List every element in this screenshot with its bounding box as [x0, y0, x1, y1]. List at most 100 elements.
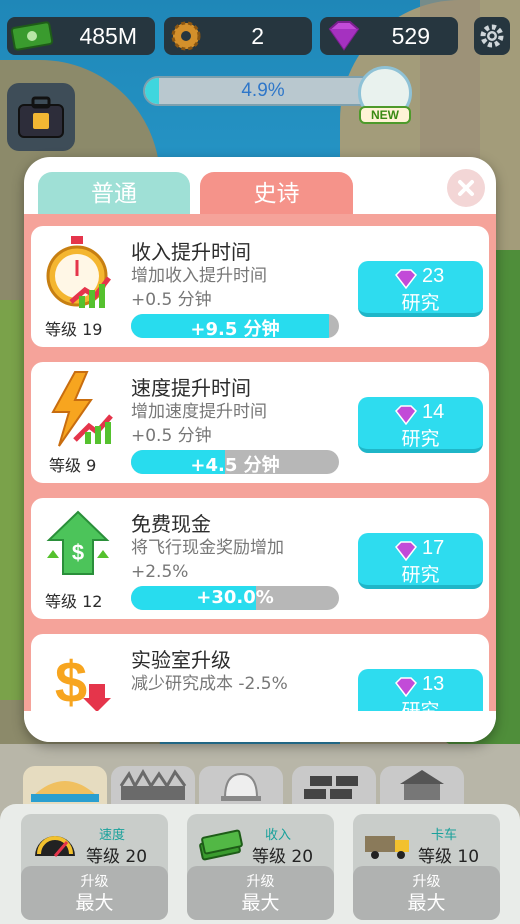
upgrade-level: 等级 20 [86, 847, 148, 867]
category-tab-beach[interactable] [23, 766, 107, 806]
card-description-line1: 将飞行现金奖励增加 [131, 538, 284, 558]
card-description-line1: 增加速度提升时间 [131, 402, 267, 422]
tab-normal[interactable]: 普通 [38, 172, 190, 217]
card-progress-text: +30.0% [196, 587, 274, 608]
research-label: 研究 [401, 700, 440, 711]
cash-value: 485M [79, 22, 137, 49]
card-progress-text: +4.5 分钟 [190, 455, 280, 474]
card-description: 增加速度提升时间 +0.5 分钟 [131, 400, 267, 448]
gem-icon [328, 21, 360, 51]
briefcase-button[interactable] [7, 83, 75, 151]
upgrade-panel: 速度 等级 20 升级 最大 收入 等级 20 升级 最大 卡车 等级 10 升… [0, 804, 520, 924]
island-progress-bar: 4.9% [143, 76, 383, 106]
category-tab-house[interactable] [380, 766, 464, 806]
card-title: 实验室升级 [131, 648, 231, 672]
research-label: 研究 [401, 428, 440, 450]
settings-button[interactable] [474, 17, 510, 55]
card-level: 等级 9 [49, 456, 97, 475]
svg-text:$: $ [72, 540, 84, 565]
upgrade-name: 速度 [99, 828, 126, 843]
upgrade-button-value: 最大 [407, 892, 446, 914]
card-description: 减少研究成本 -2.5% [131, 672, 288, 696]
gear-icon [171, 21, 201, 51]
upgrade-level: 等级 10 [418, 847, 480, 867]
research-cost: 13 [422, 673, 445, 695]
research-cost: 14 [422, 401, 445, 423]
beach-icon [31, 781, 99, 802]
gem-icon [395, 405, 417, 425]
close-icon [458, 180, 474, 196]
category-tab-grass[interactable] [111, 766, 195, 806]
upgrade-name: 收入 [265, 828, 292, 843]
card-title: 免费现金 [131, 512, 211, 536]
category-tab-helmet[interactable] [199, 766, 283, 806]
research-card-free-cash: $ 等级 12 免费现金 将飞行现金奖励增加 +2.5% +30.0% 17 研… [31, 498, 489, 619]
category-tab-bricks[interactable] [292, 766, 376, 806]
lightning-icon [51, 371, 113, 447]
stopwatch-icon [46, 236, 111, 308]
upgrade-button[interactable]: 升级 最大 [187, 866, 334, 920]
briefcase-icon [18, 96, 64, 138]
card-description: 将飞行现金奖励增加 +2.5% [131, 536, 284, 584]
research-button[interactable]: 14 研究 [358, 397, 483, 453]
card-description-line2: +0.5 分钟 [131, 426, 212, 446]
upgrade-button-value: 最大 [241, 892, 280, 914]
truck-icon [365, 836, 409, 859]
card-progress-bar: +4.5 分钟 [131, 450, 339, 474]
gem-value: 529 [391, 22, 430, 49]
research-cost: 23 [422, 265, 445, 287]
upgrade-income: 收入 等级 20 升级 最大 [187, 814, 334, 920]
panel-footer [24, 711, 496, 742]
upgrade-name: 卡车 [431, 828, 458, 843]
upgrade-button[interactable]: 升级 最大 [21, 866, 168, 920]
close-button[interactable] [447, 169, 485, 207]
card-level: 等级 19 [45, 320, 103, 339]
upgrade-level: 等级 20 [252, 847, 314, 867]
settings-icon [480, 24, 504, 48]
cash-counter: 485M [7, 17, 155, 55]
new-badge: NEW [359, 106, 411, 124]
upgrade-button[interactable]: 升级 最大 [353, 866, 500, 920]
gear-counter: 2 [164, 17, 312, 55]
cash-up-icon: $ [46, 510, 110, 575]
cash-stack-icon [199, 829, 243, 861]
research-button[interactable]: 13 研究 [358, 669, 483, 711]
research-button[interactable]: 23 研究 [358, 261, 483, 317]
research-label: 研究 [401, 564, 440, 586]
card-description: 增加收入提升时间 +0.5 分钟 [131, 264, 267, 312]
research-panel: 普通 史诗 等级 19 收入提升时间 增加收入提升时间 +0.5 分钟 +9.5… [24, 157, 496, 742]
card-progress-bar: +30.0% [131, 586, 339, 610]
research-card-lab-upgrade: $ 实验室升级 减少研究成本 -2.5% 13 研究 [31, 634, 489, 711]
gear-value: 2 [251, 22, 264, 49]
card-description-line1: 增加收入提升时间 [131, 266, 267, 286]
research-label: 研究 [401, 292, 440, 314]
gem-counter: 529 [320, 17, 458, 55]
card-progress-text: +9.5 分钟 [190, 319, 280, 338]
bricks-icon [304, 776, 358, 799]
island-progress-text: 4.9% [241, 80, 285, 101]
card-title: 收入提升时间 [131, 240, 251, 264]
upgrade-button-value: 最大 [75, 892, 114, 914]
card-description-line2: +0.5 分钟 [131, 290, 212, 310]
helmet-icon [221, 772, 261, 801]
research-cost: 17 [422, 537, 445, 559]
tab-epic[interactable]: 史诗 [200, 172, 353, 217]
gem-icon [395, 541, 417, 561]
dollar-down-icon: $ [55, 650, 111, 711]
house-icon [400, 770, 444, 800]
research-list[interactable]: 等级 19 收入提升时间 增加收入提升时间 +0.5 分钟 +9.5 分钟 23… [24, 214, 496, 711]
svg-text:$: $ [55, 650, 87, 711]
speedometer-icon [35, 836, 75, 857]
research-card-speed-boost: 等级 9 速度提升时间 增加速度提升时间 +0.5 分钟 +4.5 分钟 14 … [31, 362, 489, 483]
card-description-line1: 减少研究成本 -2.5% [131, 674, 288, 694]
upgrade-truck: 卡车 等级 10 升级 最大 [353, 814, 500, 920]
research-card-income-boost: 等级 19 收入提升时间 增加收入提升时间 +0.5 分钟 +9.5 分钟 23… [31, 226, 489, 347]
upgrade-speed: 速度 等级 20 升级 最大 [21, 814, 168, 920]
card-progress-bar: +9.5 分钟 [131, 314, 339, 338]
card-title: 速度提升时间 [131, 376, 251, 400]
research-button[interactable]: 17 研究 [358, 533, 483, 589]
gem-icon [395, 677, 417, 697]
card-level: 等级 12 [45, 592, 103, 611]
card-description-line2: +2.5% [131, 562, 189, 582]
grass-icon [119, 768, 187, 800]
